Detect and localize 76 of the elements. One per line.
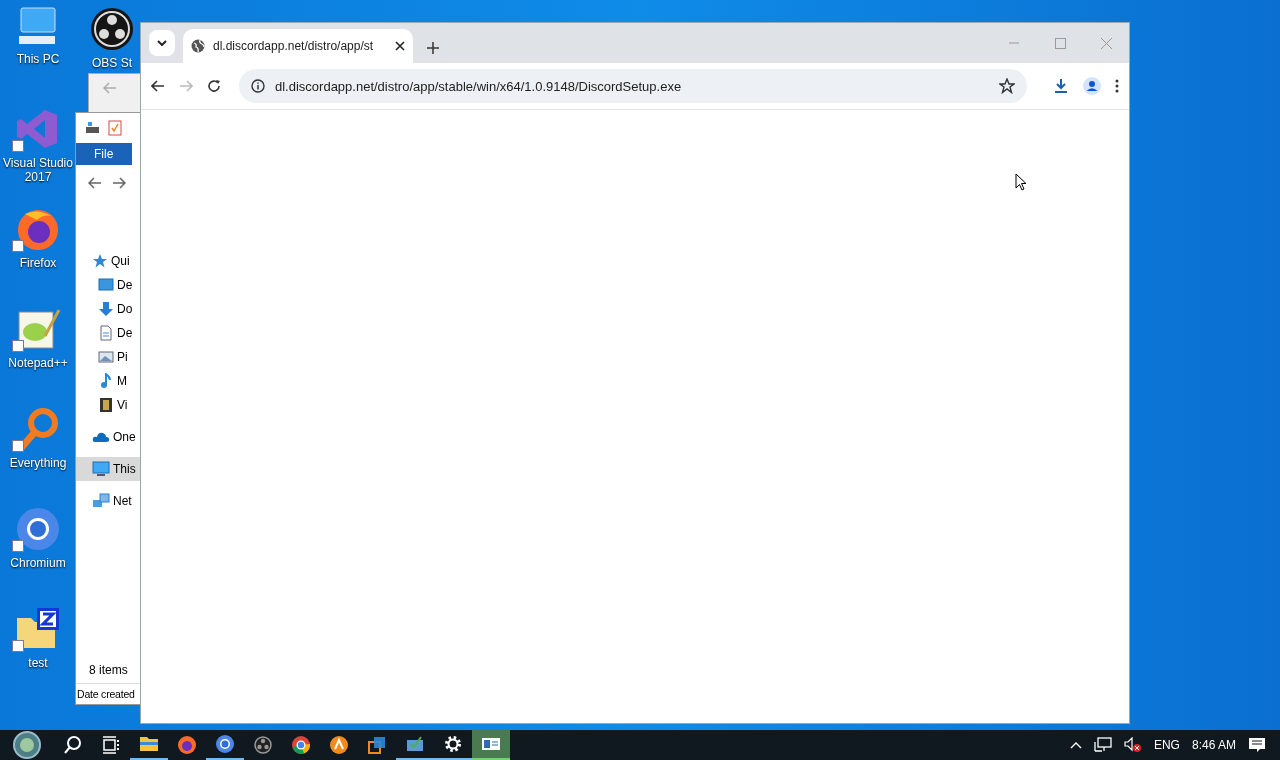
desktop-icon-label[interactable]: OBS St [92,56,132,70]
close-icon [1100,37,1112,49]
clock[interactable]: 8:46 AM [1191,738,1236,752]
item-count: 8 items [88,663,129,679]
minimize-icon [1009,42,1019,44]
address-bar[interactable]: dl.discordapp.net/distro/app/stable/win/x64/1.0.9148/DiscordSetup.exe [239,69,1027,103]
settings-icon [444,735,462,753]
muted-speaker-icon[interactable] [1123,737,1142,753]
chevron-up-icon[interactable] [1069,741,1082,749]
close-icon[interactable] [395,41,405,51]
download-button[interactable] [1053,78,1069,94]
desktop-icon-label[interactable]: Visual Studio 2017 [0,156,76,184]
new-tab-button[interactable] [427,42,439,54]
notification-icon[interactable] [1248,737,1266,753]
music-note-icon [98,373,114,389]
desktop-icon-label[interactable]: Everything [9,456,67,470]
task-view-icon [101,736,121,754]
picture-icon [98,349,114,365]
nav-item[interactable]: Vi [76,393,140,417]
document-icon [98,325,114,341]
tab-title: dl.discordapp.net/distro/app/st [213,39,375,53]
nav-item[interactable]: Pi [76,345,140,369]
film-icon [98,397,114,413]
reload-button[interactable] [207,79,221,93]
desktop-icon-label[interactable]: test [28,656,48,670]
nav-item[interactable]: Qui [76,249,140,273]
nav-item[interactable]: Do [76,297,140,321]
profile-button[interactable] [1083,77,1101,95]
tab-search-button[interactable] [149,30,175,56]
info-icon[interactable] [251,79,265,93]
globe-icon [191,39,205,53]
forward-arrow-icon[interactable] [112,177,126,189]
star-icon [92,253,108,269]
back-button[interactable] [151,80,165,92]
monitor-check-icon [405,735,425,753]
star-icon[interactable] [999,78,1015,94]
maximize-icon [1054,37,1066,49]
mouse-pointer-icon [1015,173,1027,191]
chrome-icon [291,735,311,755]
window-panel-icon [481,737,501,751]
menu-button[interactable] [1115,79,1119,93]
down-arrow-icon [98,301,114,317]
desktop-icon [98,277,114,293]
file-tab[interactable]: File [76,143,132,165]
back-arrow-icon [103,82,117,94]
desktop-icon-label[interactable]: Notepad++ [8,356,68,370]
start-orb-icon [10,731,44,759]
desktop-icon-label[interactable]: Firefox [19,256,57,270]
nav-item[interactable]: De [76,321,140,345]
squares-icon [367,735,387,755]
chromium-icon [215,734,235,754]
network-icon [92,493,110,509]
firefox-icon [177,735,197,755]
computer-icon [92,461,110,477]
properties-icon[interactable] [84,121,100,135]
obs-logo-icon [253,735,273,755]
nav-item[interactable]: This [76,457,140,481]
language-indicator[interactable]: ENG [1153,738,1180,752]
nav-item[interactable]: One [76,425,140,449]
nav-item[interactable]: Net [76,489,140,513]
url-text: dl.discordapp.net/distro/app/stable/win/x64/1.0.9148/DiscordSetup.exe [275,78,683,94]
folder-icon [139,735,159,753]
triangle-logo-icon [329,735,349,755]
chevron-down-icon [157,40,167,46]
desktop-icon-label[interactable]: This PC [16,52,60,66]
chromium-icon [15,506,61,552]
back-arrow-icon[interactable] [88,177,102,189]
obs-logo-icon [89,6,135,52]
search-icon [63,735,83,755]
network-icon[interactable] [1093,737,1112,753]
cloud-icon [92,431,110,443]
desktop-icon-label[interactable]: Chromium [10,556,66,570]
nav-item[interactable]: M [76,369,140,393]
browser-tab[interactable]: dl.discordapp.net/distro/app/st [183,29,413,63]
checklist-icon[interactable] [108,120,122,136]
nav-item[interactable]: De [76,273,140,297]
